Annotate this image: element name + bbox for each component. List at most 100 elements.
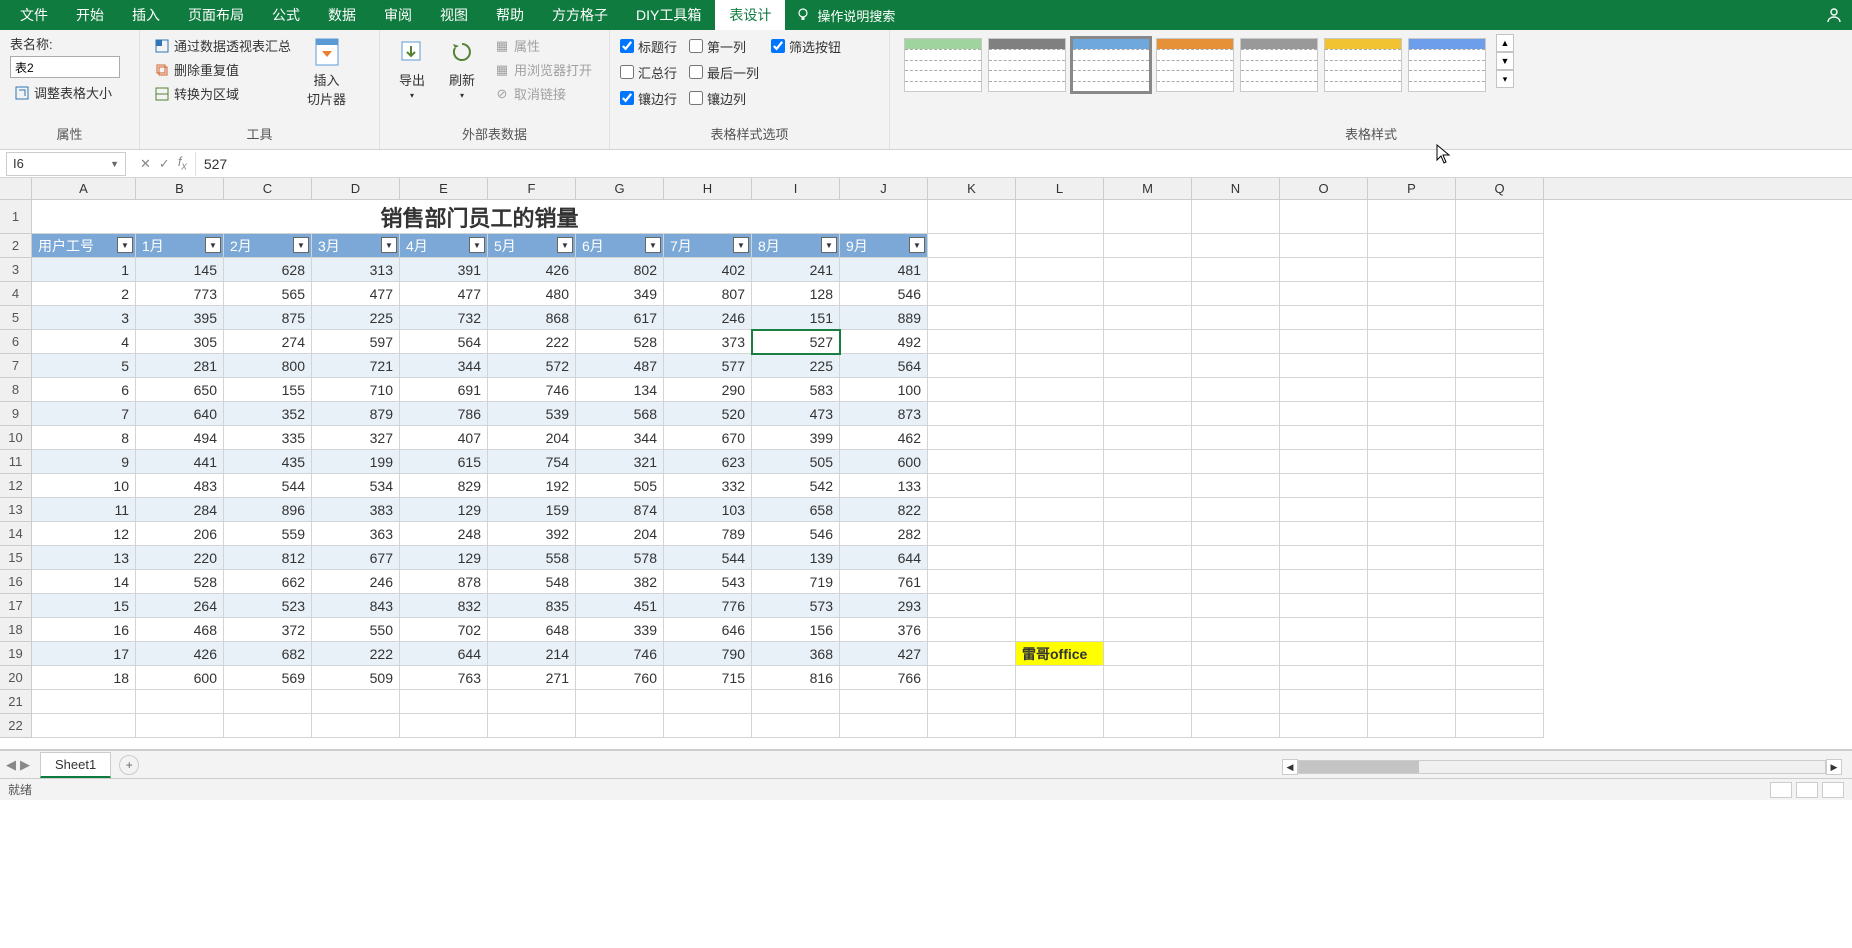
filter-dropdown-icon[interactable]: ▼	[117, 237, 133, 253]
cell[interactable]: 544	[664, 546, 752, 570]
cell[interactable]: 807	[664, 282, 752, 306]
cell[interactable]: 896	[224, 498, 312, 522]
cell[interactable]: 564	[840, 354, 928, 378]
cell[interactable]: 572	[488, 354, 576, 378]
cell[interactable]	[1192, 282, 1280, 306]
cell[interactable]	[928, 666, 1016, 690]
cell[interactable]	[312, 714, 400, 738]
cell[interactable]	[1016, 450, 1104, 474]
cell[interactable]	[1016, 546, 1104, 570]
cell[interactable]	[1192, 330, 1280, 354]
cell[interactable]: 10	[32, 474, 136, 498]
cell[interactable]	[664, 714, 752, 738]
filter-dropdown-icon[interactable]: ▼	[733, 237, 749, 253]
cell[interactable]	[1456, 450, 1544, 474]
cell[interactable]	[1456, 306, 1544, 330]
cell[interactable]	[1368, 450, 1456, 474]
cell[interactable]: 468	[136, 618, 224, 642]
cell[interactable]	[1456, 642, 1544, 666]
cell[interactable]: 509	[312, 666, 400, 690]
row-header[interactable]: 17	[0, 594, 32, 618]
cell[interactable]: 473	[752, 402, 840, 426]
sheet-tab[interactable]: Sheet1	[40, 752, 111, 778]
cell[interactable]: 721	[312, 354, 400, 378]
cell[interactable]: 129	[400, 546, 488, 570]
row-header[interactable]: 12	[0, 474, 32, 498]
cell[interactable]: 568	[576, 402, 664, 426]
add-sheet-button[interactable]: +	[119, 755, 139, 775]
cell[interactable]	[32, 690, 136, 714]
cell[interactable]	[1368, 402, 1456, 426]
cell[interactable]: 281	[136, 354, 224, 378]
table-style-thumb[interactable]	[1408, 38, 1486, 92]
cell[interactable]: 7月▼	[664, 234, 752, 258]
cell[interactable]	[1016, 402, 1104, 426]
filter-dropdown-icon[interactable]: ▼	[205, 237, 221, 253]
banded-col-checkbox[interactable]: 镶边列	[689, 86, 759, 110]
cell[interactable]	[1192, 234, 1280, 258]
cell[interactable]: 546	[752, 522, 840, 546]
cell[interactable]	[1016, 282, 1104, 306]
cell[interactable]: 670	[664, 426, 752, 450]
cell[interactable]	[1016, 594, 1104, 618]
page-break-view-button[interactable]	[1822, 782, 1844, 798]
cell[interactable]: 662	[224, 570, 312, 594]
table-name-input[interactable]	[10, 56, 120, 78]
cell[interactable]	[1104, 642, 1192, 666]
cell[interactable]: 246	[312, 570, 400, 594]
cell[interactable]: 264	[136, 594, 224, 618]
cell[interactable]	[752, 714, 840, 738]
cell[interactable]	[1280, 282, 1368, 306]
cell[interactable]	[1280, 450, 1368, 474]
cell[interactable]: 335	[224, 426, 312, 450]
cell[interactable]	[1280, 594, 1368, 618]
cell[interactable]	[1456, 330, 1544, 354]
cell[interactable]: 822	[840, 498, 928, 522]
cell[interactable]	[1192, 258, 1280, 282]
cell[interactable]: 546	[840, 282, 928, 306]
filter-dropdown-icon[interactable]: ▼	[469, 237, 485, 253]
cell[interactable]: 4月▼	[400, 234, 488, 258]
cell[interactable]: 383	[312, 498, 400, 522]
cell[interactable]: 483	[136, 474, 224, 498]
ribbon-tab[interactable]: 数据	[314, 0, 370, 30]
cell[interactable]: 573	[752, 594, 840, 618]
cell[interactable]: 225	[312, 306, 400, 330]
cell[interactable]	[1280, 378, 1368, 402]
cell[interactable]	[1368, 378, 1456, 402]
cell[interactable]: 710	[312, 378, 400, 402]
cell[interactable]: 600	[136, 666, 224, 690]
sheet-nav-next-icon[interactable]: ▶	[20, 757, 30, 773]
cell[interactable]	[1280, 258, 1368, 282]
cell[interactable]: 2	[32, 282, 136, 306]
cell[interactable]	[1280, 666, 1368, 690]
cell[interactable]: 17	[32, 642, 136, 666]
ribbon-tab[interactable]: 视图	[426, 0, 482, 30]
column-header[interactable]: I	[752, 178, 840, 199]
cell[interactable]: 426	[136, 642, 224, 666]
cell[interactable]: 12	[32, 522, 136, 546]
cell[interactable]: 8	[32, 426, 136, 450]
cell[interactable]: 682	[224, 642, 312, 666]
spreadsheet-grid[interactable]: ABCDEFGHIJKLMNOPQ 1234567891011121314151…	[0, 178, 1852, 750]
insert-slicer-button[interactable]: 插入 切片器	[301, 34, 352, 110]
header-row-checkbox[interactable]: 标题行	[620, 34, 677, 58]
cell[interactable]	[224, 690, 312, 714]
cell[interactable]: 373	[664, 330, 752, 354]
cell[interactable]: 103	[664, 498, 752, 522]
resize-table-button[interactable]: 调整表格大小	[10, 81, 120, 104]
row-header[interactable]: 1	[0, 200, 32, 234]
cell[interactable]	[1016, 426, 1104, 450]
cell[interactable]	[1104, 426, 1192, 450]
cell[interactable]	[928, 618, 1016, 642]
cell[interactable]	[1280, 690, 1368, 714]
cell[interactable]: 528	[576, 330, 664, 354]
cell[interactable]	[1280, 570, 1368, 594]
row-header[interactable]: 19	[0, 642, 32, 666]
cell[interactable]	[1104, 258, 1192, 282]
cell[interactable]	[1104, 234, 1192, 258]
cell[interactable]	[928, 594, 1016, 618]
cell[interactable]: 349	[576, 282, 664, 306]
cell[interactable]	[1016, 522, 1104, 546]
cell[interactable]	[1368, 354, 1456, 378]
